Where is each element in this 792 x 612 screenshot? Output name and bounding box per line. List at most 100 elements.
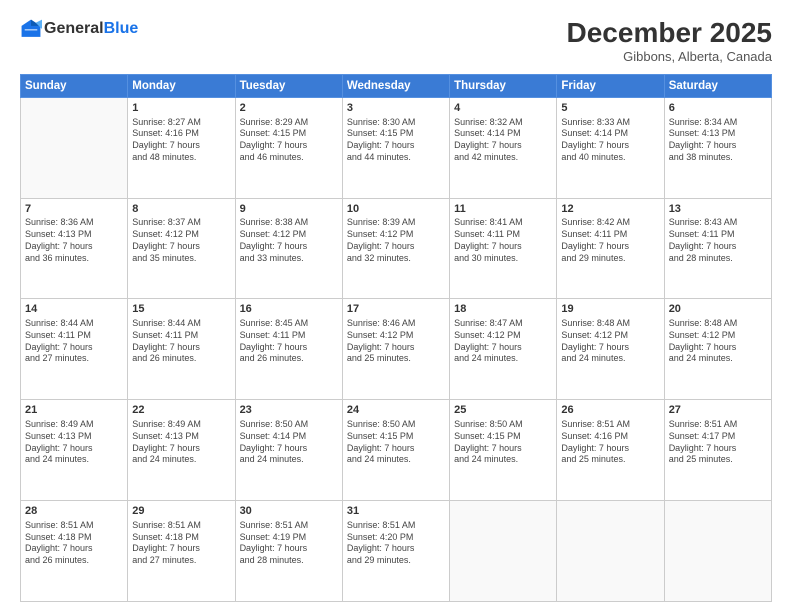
day-number: 1 — [132, 101, 230, 116]
day-number: 9 — [240, 202, 338, 217]
cell-text-line: Sunrise: 8:48 AM — [669, 318, 767, 330]
header: GeneralBlue December 2025 Gibbons, Alber… — [20, 18, 772, 64]
day-number: 31 — [347, 504, 445, 519]
cell-text-line: Sunrise: 8:27 AM — [132, 117, 230, 129]
calendar-cell-w1d6: 5Sunrise: 8:33 AMSunset: 4:14 PMDaylight… — [557, 97, 664, 198]
cell-text-line: Daylight: 7 hours — [132, 342, 230, 354]
cell-text-line: Daylight: 7 hours — [669, 342, 767, 354]
day-number: 29 — [132, 504, 230, 519]
cell-text-line: Sunset: 4:12 PM — [561, 330, 659, 342]
cell-text-line: Sunrise: 8:51 AM — [132, 520, 230, 532]
cell-text-line: and 24 minutes. — [454, 454, 552, 466]
cell-text-line: Sunset: 4:11 PM — [561, 229, 659, 241]
logo-icon — [20, 18, 42, 40]
cell-text-line: Sunset: 4:12 PM — [669, 330, 767, 342]
day-number: 17 — [347, 302, 445, 317]
header-friday: Friday — [557, 74, 664, 97]
cell-text-line: Sunrise: 8:51 AM — [561, 419, 659, 431]
cell-text-line: Sunset: 4:11 PM — [240, 330, 338, 342]
cell-text-line: Daylight: 7 hours — [132, 241, 230, 253]
cell-text-line: Daylight: 7 hours — [454, 443, 552, 455]
header-monday: Monday — [128, 74, 235, 97]
cell-text-line: Daylight: 7 hours — [669, 241, 767, 253]
calendar-cell-w1d7: 6Sunrise: 8:34 AMSunset: 4:13 PMDaylight… — [664, 97, 771, 198]
logo-general: General — [44, 20, 104, 37]
cell-text-line: Sunset: 4:15 PM — [347, 431, 445, 443]
cell-text-line: Sunset: 4:15 PM — [240, 128, 338, 140]
cell-text-line: Sunset: 4:19 PM — [240, 532, 338, 544]
cell-text-line: Sunset: 4:11 PM — [25, 330, 123, 342]
header-thursday: Thursday — [450, 74, 557, 97]
cell-text-line: and 24 minutes. — [347, 454, 445, 466]
cell-text-line: Sunset: 4:15 PM — [347, 128, 445, 140]
logo-blue: Blue — [104, 20, 139, 37]
calendar-cell-w1d2: 1Sunrise: 8:27 AMSunset: 4:16 PMDaylight… — [128, 97, 235, 198]
cell-text-line: Sunrise: 8:33 AM — [561, 117, 659, 129]
cell-text-line: Sunset: 4:13 PM — [669, 128, 767, 140]
calendar-cell-w5d5 — [450, 501, 557, 602]
cell-text-line: Sunrise: 8:37 AM — [132, 217, 230, 229]
cell-text-line: Sunset: 4:18 PM — [132, 532, 230, 544]
cell-text-line: Daylight: 7 hours — [454, 241, 552, 253]
cell-text-line: Sunset: 4:11 PM — [669, 229, 767, 241]
cell-text-line: and 24 minutes. — [454, 353, 552, 365]
cell-text-line: and 28 minutes. — [240, 555, 338, 567]
day-number: 12 — [561, 202, 659, 217]
cell-text-line: Sunrise: 8:49 AM — [132, 419, 230, 431]
cell-text-line: Daylight: 7 hours — [25, 342, 123, 354]
cell-text-line: and 38 minutes. — [669, 152, 767, 164]
cell-text-line: and 40 minutes. — [561, 152, 659, 164]
cell-text-line: Daylight: 7 hours — [454, 342, 552, 354]
day-number: 26 — [561, 403, 659, 418]
cell-text-line: and 46 minutes. — [240, 152, 338, 164]
header-sunday: Sunday — [21, 74, 128, 97]
calendar-cell-w5d1: 28Sunrise: 8:51 AMSunset: 4:18 PMDayligh… — [21, 501, 128, 602]
cell-text-line: Sunrise: 8:45 AM — [240, 318, 338, 330]
day-number: 19 — [561, 302, 659, 317]
calendar-cell-w3d7: 20Sunrise: 8:48 AMSunset: 4:12 PMDayligh… — [664, 299, 771, 400]
day-number: 16 — [240, 302, 338, 317]
calendar-cell-w4d3: 23Sunrise: 8:50 AMSunset: 4:14 PMDayligh… — [235, 400, 342, 501]
cell-text-line: Sunrise: 8:51 AM — [669, 419, 767, 431]
cell-text-line: Sunset: 4:16 PM — [132, 128, 230, 140]
cell-text-line: Sunrise: 8:51 AM — [25, 520, 123, 532]
calendar-cell-w5d2: 29Sunrise: 8:51 AMSunset: 4:18 PMDayligh… — [128, 501, 235, 602]
cell-text-line: and 26 minutes. — [240, 353, 338, 365]
cell-text-line: Sunrise: 8:51 AM — [347, 520, 445, 532]
cell-text-line: Sunset: 4:12 PM — [454, 330, 552, 342]
cell-text-line: Sunset: 4:13 PM — [25, 229, 123, 241]
cell-text-line: and 25 minutes. — [347, 353, 445, 365]
cell-text-line: Sunrise: 8:50 AM — [454, 419, 552, 431]
cell-text-line: Daylight: 7 hours — [240, 543, 338, 555]
day-number: 21 — [25, 403, 123, 418]
cell-text-line: Sunset: 4:14 PM — [240, 431, 338, 443]
cell-text-line: Sunset: 4:15 PM — [454, 431, 552, 443]
cell-text-line: and 27 minutes. — [25, 353, 123, 365]
calendar-cell-w4d7: 27Sunrise: 8:51 AMSunset: 4:17 PMDayligh… — [664, 400, 771, 501]
cell-text-line: Sunrise: 8:51 AM — [240, 520, 338, 532]
cell-text-line: Daylight: 7 hours — [347, 140, 445, 152]
day-number: 28 — [25, 504, 123, 519]
day-number: 5 — [561, 101, 659, 116]
cell-text-line: Daylight: 7 hours — [240, 241, 338, 253]
cell-text-line: Sunrise: 8:39 AM — [347, 217, 445, 229]
cell-text-line: Daylight: 7 hours — [132, 543, 230, 555]
calendar-cell-w1d4: 3Sunrise: 8:30 AMSunset: 4:15 PMDaylight… — [342, 97, 449, 198]
calendar-cell-w3d2: 15Sunrise: 8:44 AMSunset: 4:11 PMDayligh… — [128, 299, 235, 400]
day-number: 18 — [454, 302, 552, 317]
calendar-week-2: 7Sunrise: 8:36 AMSunset: 4:13 PMDaylight… — [21, 198, 772, 299]
calendar-cell-w2d4: 10Sunrise: 8:39 AMSunset: 4:12 PMDayligh… — [342, 198, 449, 299]
day-number: 30 — [240, 504, 338, 519]
cell-text-line: Sunset: 4:12 PM — [347, 229, 445, 241]
calendar-cell-w4d2: 22Sunrise: 8:49 AMSunset: 4:13 PMDayligh… — [128, 400, 235, 501]
cell-text-line: Sunrise: 8:50 AM — [240, 419, 338, 431]
calendar-cell-w1d1 — [21, 97, 128, 198]
calendar-cell-w4d5: 25Sunrise: 8:50 AMSunset: 4:15 PMDayligh… — [450, 400, 557, 501]
cell-text-line: Daylight: 7 hours — [25, 543, 123, 555]
day-number: 25 — [454, 403, 552, 418]
cell-text-line: Sunrise: 8:42 AM — [561, 217, 659, 229]
cell-text-line: and 26 minutes. — [132, 353, 230, 365]
day-number: 22 — [132, 403, 230, 418]
cell-text-line: Sunrise: 8:36 AM — [25, 217, 123, 229]
cell-text-line: and 48 minutes. — [132, 152, 230, 164]
